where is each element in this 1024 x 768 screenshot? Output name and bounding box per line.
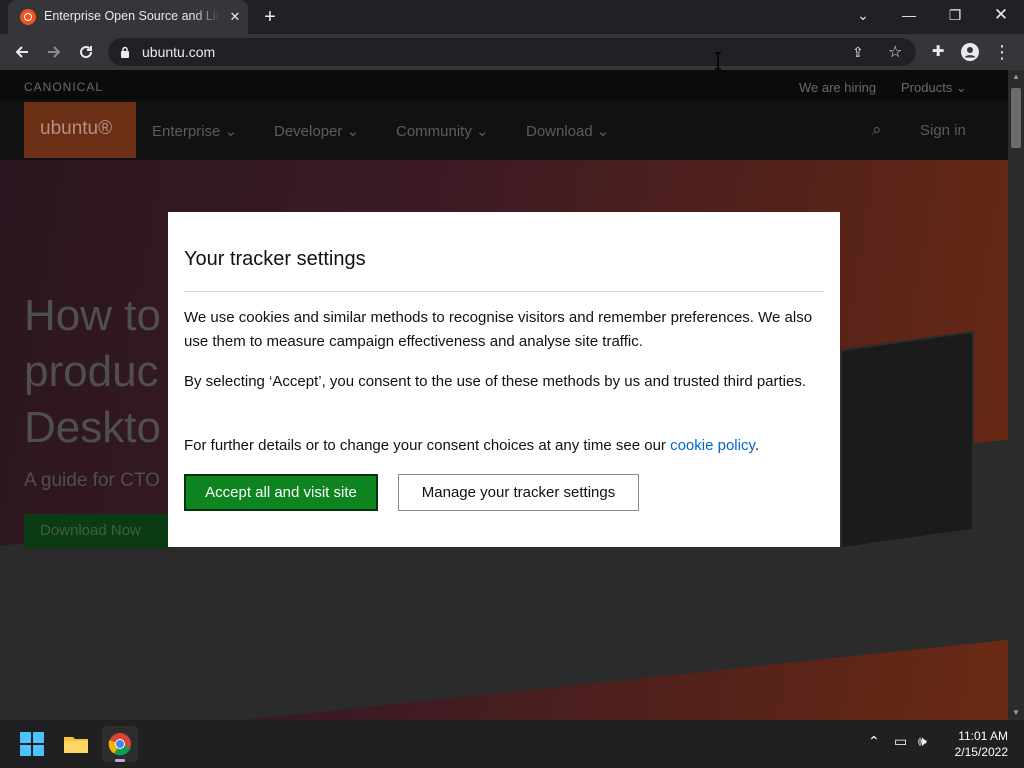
ubuntu-favicon-icon [20, 9, 36, 25]
hero-heading-line: How to [24, 291, 161, 340]
accept-all-button[interactable]: Accept all and visit site [184, 474, 378, 511]
back-button[interactable] [8, 38, 36, 66]
browser-tab[interactable]: Enterprise Open Source and Linux | Ubunt… [8, 0, 248, 34]
tab-search-chevron-icon[interactable]: ⌄ [840, 0, 886, 30]
lock-icon [121, 46, 129, 58]
products-link[interactable]: Products ⌄ [901, 80, 967, 96]
site-navbar: ubuntu® Enterprise ⌄ Developer ⌄ Communi… [0, 100, 1008, 160]
extensions-puzzle-icon[interactable]: ✚ [924, 38, 952, 66]
manage-tracker-settings-button[interactable]: Manage your tracker settings [398, 474, 639, 511]
tracker-settings-modal: Your tracker settings We use cookies and… [168, 212, 840, 547]
tray-chevron-up-icon[interactable]: ⌃ [868, 733, 880, 750]
volume-icon[interactable]: 🕪 [918, 733, 927, 750]
nav-item-download[interactable]: Download ⌄ [526, 122, 609, 140]
profile-avatar[interactable] [956, 38, 984, 66]
search-icon[interactable]: ⌕ [872, 120, 882, 140]
download-now-button[interactable]: Download Now [24, 514, 174, 548]
close-window-button[interactable]: ✕ [978, 0, 1024, 30]
restore-button[interactable]: ❐ [932, 0, 978, 30]
sign-in-link[interactable]: Sign in [920, 122, 966, 139]
address-bar[interactable]: ubuntu.com ⇪ ☆ [108, 38, 916, 66]
scroll-down-arrow-icon[interactable]: ▼ [1008, 706, 1024, 720]
ubuntu-logo[interactable]: ubuntu® [24, 102, 136, 158]
tab-strip: Enterprise Open Source and Linux | Ubunt… [0, 0, 1024, 34]
hero-heading-line: produc [24, 347, 159, 396]
new-tab-button[interactable]: + [258, 6, 282, 28]
hero-subtitle: A guide for CTO [24, 470, 160, 491]
browser-toolbar: ubuntu.com ⇪ ☆ ✚ ⋮ [0, 34, 1024, 70]
canonical-brand[interactable]: CANONICAL [24, 80, 103, 94]
page-scrollbar[interactable]: ▲ ▼ [1008, 70, 1024, 720]
cookie-intro-text: We use cookies and similar methods to re… [184, 309, 813, 350]
tab-close-icon[interactable]: ✕ [226, 8, 244, 26]
forward-button[interactable] [40, 38, 68, 66]
hiring-link[interactable]: We are hiring [799, 80, 876, 95]
nav-item-enterprise[interactable]: Enterprise ⌄ [152, 122, 237, 140]
modal-divider [184, 291, 824, 292]
taskbar-clock[interactable]: 11:01 AM 2/15/2022 [955, 728, 1008, 760]
file-explorer-icon[interactable] [58, 726, 94, 762]
clock-date: 2/15/2022 [954, 745, 1008, 759]
browser-menu-icon[interactable]: ⋮ [988, 38, 1016, 66]
share-icon[interactable]: ⇪ [852, 44, 864, 61]
policy-text: For further details or to change your co… [184, 437, 760, 454]
laptop-illustration [840, 330, 974, 550]
clock-time: 11:01 AM [958, 729, 1008, 743]
chrome-taskbar-icon[interactable] [102, 726, 138, 762]
modal-title: Your tracker settings [184, 248, 366, 270]
text-cursor-icon [714, 52, 722, 70]
url-text: ubuntu.com [142, 44, 216, 60]
network-icon[interactable]: ▭ [894, 733, 907, 750]
scrollbar-thumb[interactable] [1011, 88, 1021, 148]
consent-text: By selecting ‘Accept’, you consent to th… [184, 373, 807, 390]
windows-start-icon[interactable] [14, 726, 50, 762]
bookmark-star-icon[interactable]: ☆ [888, 42, 902, 62]
cookie-policy-link[interactable]: cookie policy [670, 437, 755, 454]
nav-item-developer[interactable]: Developer ⌄ [274, 122, 359, 140]
windows-taskbar: ⌃ ▭ 🕪 11:01 AM 2/15/2022 [0, 720, 1024, 768]
reload-button[interactable] [72, 38, 100, 66]
hero-heading-line: Deskto [24, 403, 161, 452]
nav-item-community[interactable]: Community ⌄ [396, 122, 489, 140]
minimize-button[interactable]: — [886, 0, 932, 30]
scroll-up-arrow-icon[interactable]: ▲ [1008, 70, 1024, 84]
tab-title: Enterprise Open Source and Linux | Ubunt… [44, 9, 220, 23]
